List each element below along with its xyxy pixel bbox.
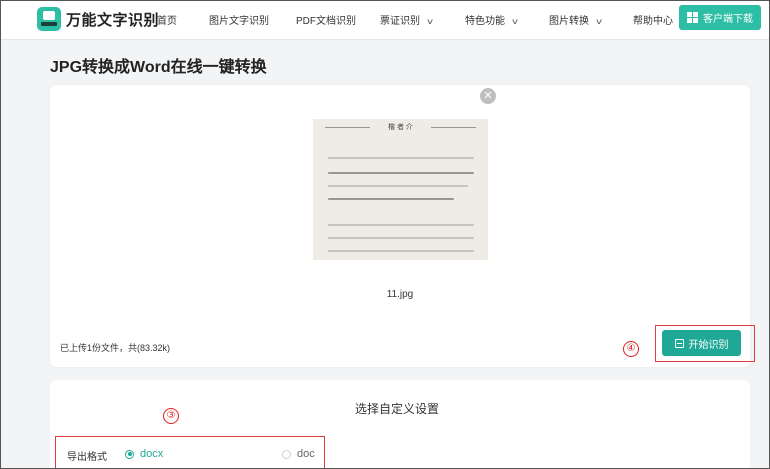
export-format-label: 导出格式 <box>67 452 107 463</box>
top-navbar: 万能文字识别 首页 图片文字识别 PDF文档识别 票证识别 v 特色功能 v 图片转… <box>0 0 770 40</box>
nav-item-image-convert[interactable]: 图片转换 v <box>549 12 602 27</box>
radio-unselected-icon <box>282 449 291 459</box>
file-name: 11.jpg <box>386 289 414 300</box>
nav-item-home[interactable]: 首页 <box>157 12 177 27</box>
annotation-marker-3: ③ <box>163 408 179 424</box>
nav-item-pdf-ocr[interactable]: PDF文档识别 <box>296 12 356 27</box>
chevron-down-icon: v <box>512 17 518 26</box>
nav-item-features[interactable]: 特色功能 v <box>465 12 518 27</box>
radio-docx[interactable]: docx <box>125 448 163 460</box>
radio-selected-icon <box>125 449 134 459</box>
windows-icon <box>687 12 698 23</box>
radio-doc[interactable]: doc <box>282 448 315 460</box>
chevron-down-icon: v <box>427 17 433 26</box>
settings-title: 选择自定义设置 <box>355 402 440 416</box>
start-recognition-button[interactable]: 开始识别 <box>662 330 741 356</box>
uploaded-image-preview: 楷 者 介 <box>313 119 488 260</box>
page-title: JPG转换成Word在线一键转换 <box>50 59 267 76</box>
preview-heading: 楷 者 介 <box>388 124 413 131</box>
brand-name[interactable]: 万能文字识别 <box>66 9 159 30</box>
nav-item-image-ocr[interactable]: 图片文字识别 <box>209 12 269 27</box>
chevron-down-icon: v <box>596 17 602 26</box>
annotation-marker-4: ④ <box>623 341 639 357</box>
upload-status: 已上传1份文件，共(83.32k) <box>60 343 171 353</box>
nav-item-help[interactable]: 帮助中心 <box>633 12 673 27</box>
client-download-button[interactable]: 客户端下载 <box>679 5 761 30</box>
scan-icon <box>674 338 684 348</box>
app-logo-icon[interactable] <box>37 7 61 31</box>
nav-item-ticket-ocr[interactable]: 票证识别 v <box>380 12 433 27</box>
close-icon[interactable]: ✕ <box>480 88 496 104</box>
